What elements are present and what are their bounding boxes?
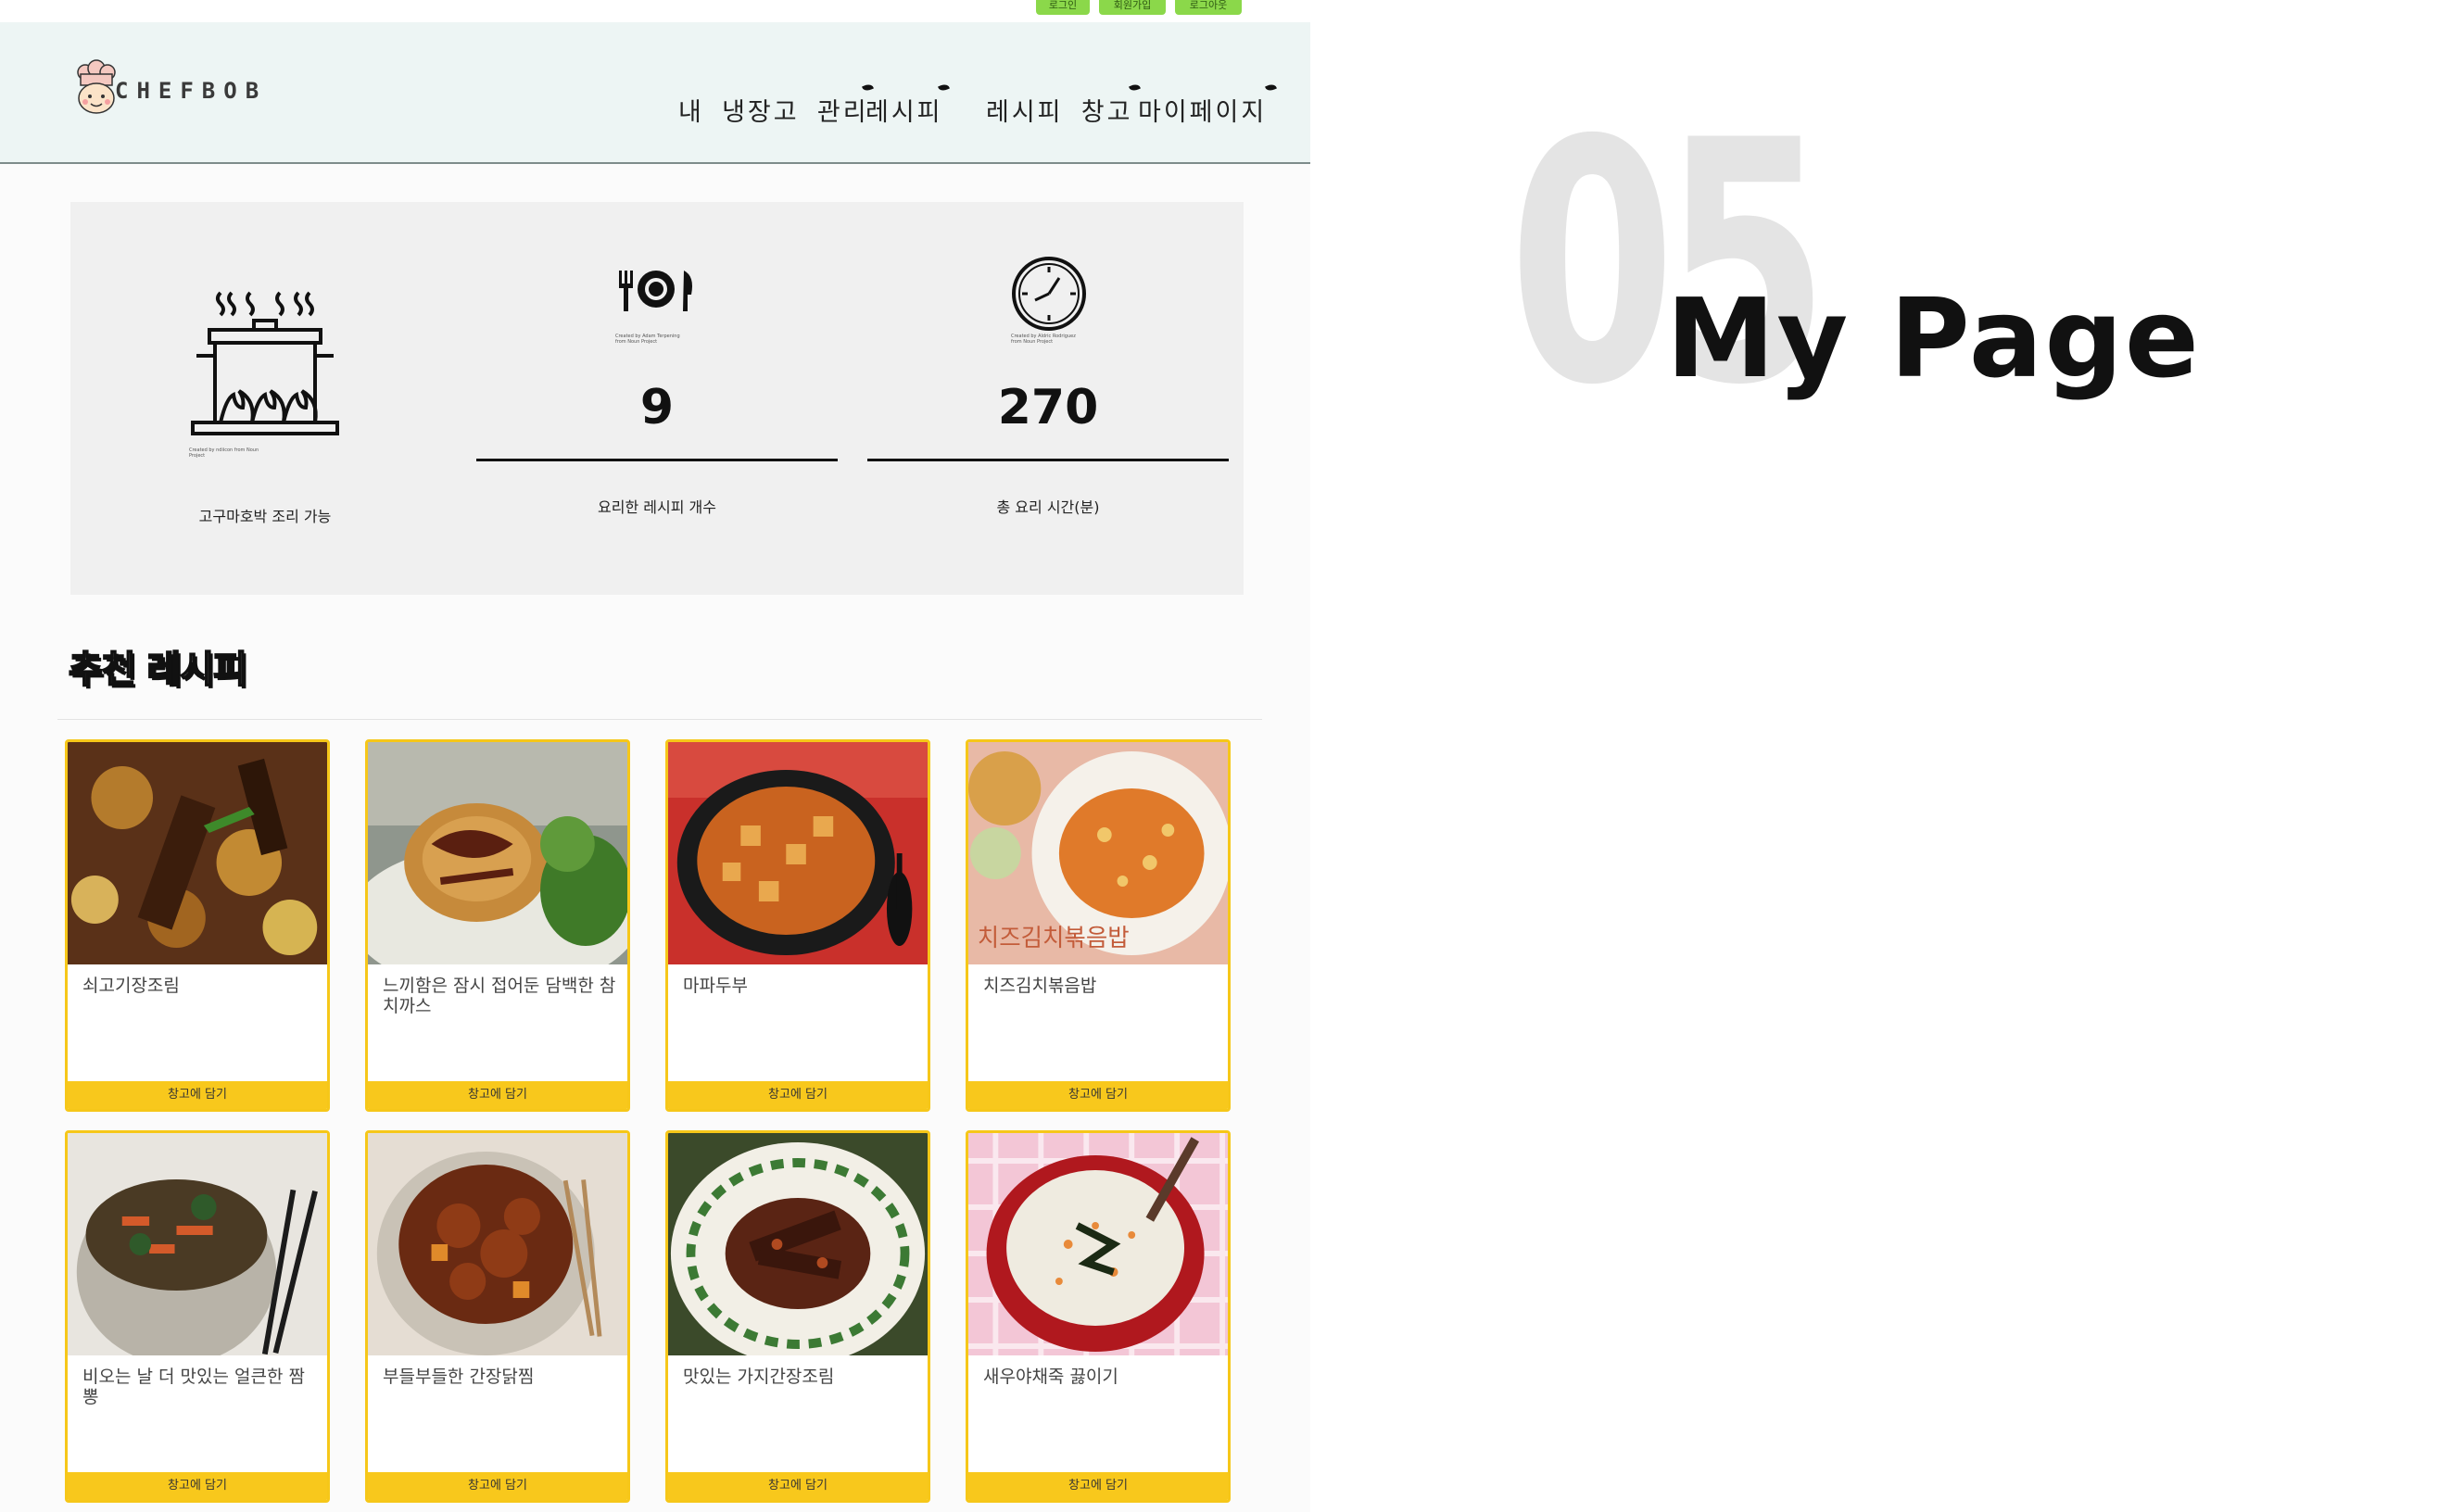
icon-credit: Created by ndiicon from Noun Project [189,447,259,459]
recipe-title: 느끼함은 잠시 접어둔 담백한 참치까스 [383,976,616,1016]
braised-beef-eggs-image[interactable] [68,742,327,964]
recipe-title: 비오는 날 더 맛있는 얼큰한 짬뽕 [82,1367,305,1407]
top-strip: 로그인 회원가입 로그아웃 [0,0,1310,22]
nav-recipe-storage[interactable]: 레시피 창고 [986,82,1142,128]
recipe-card[interactable]: 비오는 날 더 맛있는 얼큰한 짬뽕 창고에 담기 [65,1130,330,1503]
brand-name[interactable]: CHEFBOB [115,78,267,104]
add-to-storage-button[interactable]: 창고에 담기 [968,1081,1228,1109]
add-to-storage-button[interactable]: 창고에 담기 [368,1472,627,1500]
section-divider [57,719,1262,720]
recommended-recipes-heading: 추천 레시피 [68,648,248,692]
recipe-count-label: 요리한 레시피 개수 [598,498,716,516]
tuna-cutlet-image[interactable] [368,742,627,964]
leaf-icon [937,82,950,93]
stat-recipe-count: Created by Adam Terpening from Noun Proj… [476,202,838,595]
add-to-storage-button[interactable]: 창고에 담기 [668,1472,928,1500]
recipe-count-value: 9 [639,380,675,435]
mapo-tofu-image[interactable] [668,742,928,964]
stats-panel: Created by ndiicon from Noun Project 고구마… [70,202,1244,595]
recipe-title: 쇠고기장조림 [82,976,180,996]
recipe-card[interactable]: 느끼함은 잠시 접어둔 담백한 참치까스 창고에 담기 [365,739,630,1112]
clock-icon [1012,257,1086,331]
recipe-card[interactable]: 부들부들한 간장닭찜 창고에 담기 [365,1130,630,1503]
nav-recipes[interactable]: 레시피 [865,82,950,128]
add-to-storage-button[interactable]: 창고에 담기 [668,1081,928,1109]
stat-divider [867,459,1229,461]
recipe-title: 새우야채죽 끓이기 [983,1367,1118,1387]
leaf-icon [1265,82,1278,93]
shrimp-vegetable-porridge-image[interactable] [968,1133,1228,1355]
plate-cutlery-icon [619,271,692,311]
braised-eggplant-image[interactable] [668,1133,928,1355]
page-heading: My Page [1666,274,2201,402]
recipe-card[interactable]: 치즈김치볶음밥 치즈김치볶음밥 창고에 담기 [966,739,1231,1112]
total-time-label: 총 요리 시간(분) [996,498,1100,516]
add-to-storage-button[interactable]: 창고에 담기 [368,1081,627,1109]
icon-credit: Created by Aldric Rodriguez from Noun Pr… [1011,334,1076,345]
recipe-card[interactable]: 쇠고기장조림 창고에 담기 [65,739,330,1112]
total-time-value: 270 [997,380,1099,435]
site-header: CHEFBOB 내 냉장고 관리 레시피 레시피 창고 마이페이지 [0,22,1310,164]
recipe-card[interactable]: 마파두부 창고에 담기 [665,739,930,1112]
logout-button[interactable]: 로그아웃 [1175,0,1242,15]
stat-total-time: Created by Aldric Rodriguez from Noun Pr… [867,202,1229,595]
available-dishes-label: 고구마호박 조리 가능 [198,508,332,525]
stat-divider [476,459,838,461]
recipe-card[interactable]: 새우야채죽 끓이기 창고에 담기 [966,1130,1231,1503]
login-button[interactable]: 로그인 [1036,0,1090,15]
recipe-title: 치즈김치볶음밥 [983,976,1097,996]
app-screenshot: 로그인 회원가입 로그아웃 CHEFBOB 내 냉장고 관리 레시피 레시피 창… [0,0,1310,1512]
soy-braised-chicken-image[interactable] [368,1133,627,1355]
recipe-title: 마파두부 [683,976,748,996]
recipe-title: 맛있는 가지간장조림 [683,1367,835,1387]
add-to-storage-button[interactable]: 창고에 담기 [68,1081,327,1109]
recipe-card[interactable]: 맛있는 가지간장조림 창고에 담기 [665,1130,930,1503]
nav-my-page[interactable]: 마이페이지 [1138,82,1278,128]
recipe-title: 부들부들한 간장닭찜 [383,1367,535,1387]
nav-fridge-management[interactable]: 내 냉장고 관리 [678,82,874,128]
add-to-storage-button[interactable]: 창고에 담기 [68,1472,327,1500]
cooking-pot-icon [191,291,339,435]
svg-text:치즈김치볶음밥: 치즈김치볶음밥 [978,925,1130,952]
icon-credit: Created by Adam Terpening from Noun Proj… [615,334,680,345]
signup-button[interactable]: 회원가입 [1099,0,1166,15]
stat-available-dishes: Created by ndiicon from Noun Project 고구마… [70,202,460,595]
add-to-storage-button[interactable]: 창고에 담기 [968,1472,1228,1500]
spicy-jjamppong-image[interactable] [68,1133,327,1355]
cheese-kimchi-fried-rice-image[interactable]: 치즈김치볶음밥 [968,742,1228,964]
